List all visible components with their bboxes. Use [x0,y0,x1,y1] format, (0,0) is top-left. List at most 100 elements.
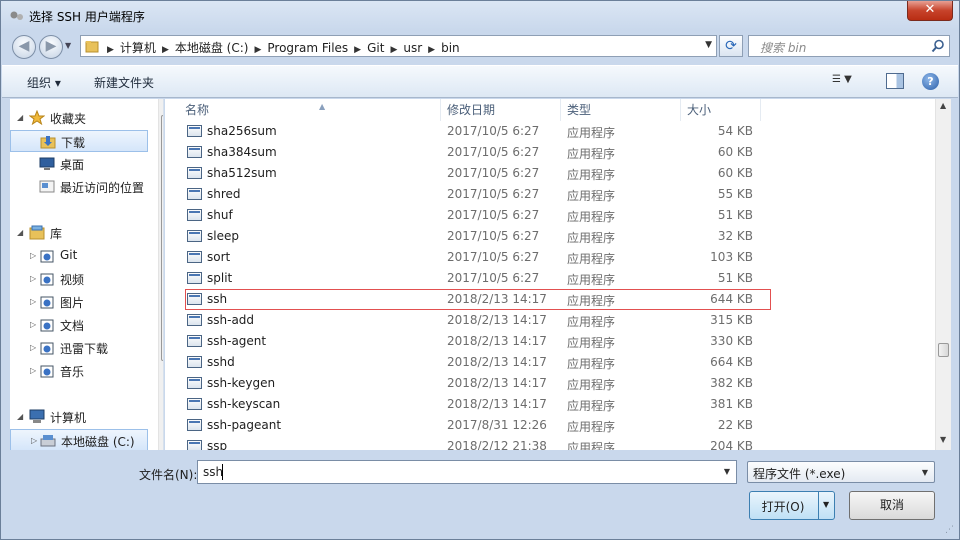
breadcrumb-separator-icon[interactable]: ▶ [388,45,399,55]
expand-icon[interactable]: ▷ [30,297,36,306]
search-input[interactable]: 搜索 bin [760,39,806,56]
nav-scroll-thumb[interactable] [161,115,163,361]
file-size: 54 KB [717,124,753,138]
breadcrumb-item[interactable]: 计算机 [116,39,160,56]
file-row[interactable]: sort 2017/10/5 6:27 应用程序 103 KB [165,247,935,268]
file-row[interactable]: ssh-keygen 2018/2/13 14:17 应用程序 382 KB [165,373,935,394]
nav-scrollbar[interactable]: ▲ ▼ [158,99,164,450]
file-row[interactable]: ssh-add 2018/2/13 14:17 应用程序 315 KB [165,310,935,331]
application-file-icon [187,335,202,347]
search-box[interactable]: 搜索 bin [748,35,950,57]
nav-item-git[interactable]: ▷ Git [10,245,148,267]
nav-item-local-disk[interactable]: ▷ 本地磁盘 (C:) [10,429,148,450]
expand-icon[interactable]: ▷ [30,366,36,375]
close-button[interactable]: ✕ [907,1,953,21]
file-row[interactable]: ssp 2018/2/12 21:38 应用程序 204 KB [165,436,935,450]
preview-pane-icon[interactable] [886,73,904,89]
window-title: 选择 SSH 用户端程序 [29,10,145,24]
breadcrumb-item[interactable]: bin [437,41,464,55]
address-dropdown-icon[interactable]: ▼ [705,40,712,50]
column-header-type[interactable]: 类型 [561,99,681,121]
help-icon[interactable]: ? [922,73,939,90]
file-row[interactable]: ssh 2018/2/13 14:17 应用程序 644 KB [185,289,771,310]
collapse-icon[interactable]: ◢ [17,113,23,122]
open-button[interactable]: 打开(O) ▼ [749,491,835,520]
scroll-down-icon[interactable]: ▼ [940,435,946,444]
file-row[interactable]: ssh-keyscan 2018/2/13 14:17 应用程序 381 KB [165,394,935,415]
file-type: 应用程序 [567,294,616,308]
refresh-button[interactable]: ⟳ [719,35,743,57]
open-options-dropdown-icon[interactable]: ▼ [823,500,829,509]
filename-dropdown-icon[interactable]: ▼ [724,467,730,476]
nav-item-xunlei-downloads[interactable]: ▷ 迅雷下载 [10,337,148,359]
file-size: 103 KB [710,250,753,264]
nav-item-downloads[interactable]: 下载 [10,130,148,152]
breadcrumb-separator-icon[interactable]: ▶ [105,45,116,55]
nav-item-music[interactable]: ▷ 音乐 [10,360,148,382]
breadcrumb-item[interactable]: Git [363,41,388,55]
file-row[interactable]: sha512sum 2017/10/5 6:27 应用程序 60 KB [165,163,935,184]
search-icon[interactable] [931,39,945,53]
forward-button[interactable]: ▶ [39,35,63,59]
file-date: 2018/2/13 14:17 [447,355,547,369]
nav-item-documents[interactable]: ▷ 文档 [10,314,148,336]
breadcrumb-separator-icon[interactable]: ▶ [352,45,363,55]
file-date: 2017/10/5 6:27 [447,229,540,243]
breadcrumb-item[interactable]: usr [399,41,426,55]
collapse-icon[interactable]: ◢ [17,412,23,421]
breadcrumb-separator-icon[interactable]: ▶ [426,45,437,55]
expand-icon[interactable]: ▷ [30,251,36,260]
new-folder-button[interactable]: 新建文件夹 [94,74,154,91]
back-button[interactable]: ◀ [12,35,36,59]
filename-field[interactable]: ssh ▼ [197,460,737,484]
command-bar: 组织 ▾ 新建文件夹 ☰ ▼ ? [2,65,958,98]
scroll-down-icon[interactable]: ▼ [163,435,164,444]
file-row[interactable]: shred 2017/10/5 6:27 应用程序 55 KB [165,184,935,205]
nav-item-recent[interactable]: 最近访问的位置 [10,176,148,198]
nav-computer[interactable]: ◢ 计算机 [10,406,148,428]
file-row[interactable]: sshd 2018/2/13 14:17 应用程序 664 KB [165,352,935,373]
file-type: 应用程序 [567,357,616,371]
file-size: 315 KB [710,313,753,327]
expand-icon[interactable]: ▷ [30,343,36,352]
expand-icon[interactable]: ▷ [30,274,36,283]
nav-favorites[interactable]: ◢ 收藏夹 [10,107,148,129]
breadcrumb-separator-icon[interactable]: ▶ [252,45,263,55]
column-header-size[interactable]: 大小 [681,99,761,121]
file-row[interactable]: ssh-pageant 2017/8/31 12:26 应用程序 22 KB [165,415,935,436]
resize-grip-icon[interactable]: ⋰ [945,525,954,535]
nav-item-pictures-label: 图片 [60,296,85,310]
address-bar[interactable]: ▶ 计算机 ▶ 本地磁盘 (C:) ▶ Program Files ▶ Git ▶ usr ▶ bin… [80,35,717,57]
file-row[interactable]: split 2017/10/5 6:27 应用程序 51 KB [165,268,935,289]
scroll-up-icon[interactable]: ▲ [163,101,164,110]
view-list-icon: ☰ [832,74,841,85]
file-list-scrollbar[interactable]: ▲ ▼ [935,99,951,450]
nav-item-desktop[interactable]: 桌面 [10,153,148,175]
organize-button[interactable]: 组织 ▾ [27,74,61,91]
application-file-icon [187,188,202,200]
nav-item-pictures[interactable]: ▷ 图片 [10,291,148,313]
scroll-up-icon[interactable]: ▲ [940,101,946,110]
file-row[interactable]: shuf 2017/10/5 6:27 应用程序 51 KB [165,205,935,226]
file-name: ssh-pageant [207,418,282,432]
collapse-icon[interactable]: ◢ [17,228,23,237]
cancel-button[interactable]: 取消 [849,491,935,520]
expand-icon[interactable]: ▷ [30,320,36,329]
change-view-button[interactable]: ☰ ▼ [832,74,866,90]
breadcrumb-item[interactable]: Program Files [263,41,352,55]
nav-libraries[interactable]: ◢ 库 [10,222,148,244]
file-type-select[interactable]: 程序文件 (*.exe) ▼ [747,461,935,483]
column-header-name[interactable]: 名称 ▲ [179,99,441,121]
file-type-dropdown-icon[interactable]: ▼ [922,468,928,477]
nav-item-videos[interactable]: ▷ 视频 [10,268,148,290]
column-header-date[interactable]: 修改日期 [441,99,561,121]
breadcrumb-separator-icon[interactable]: ▶ [160,45,171,55]
expand-icon[interactable]: ▷ [31,436,37,445]
recent-pages-dropdown-icon[interactable]: ▼ [65,41,71,50]
file-row[interactable]: sha384sum 2017/10/5 6:27 应用程序 60 KB [165,142,935,163]
file-row[interactable]: ssh-agent 2018/2/13 14:17 应用程序 330 KB [165,331,935,352]
file-row[interactable]: sleep 2017/10/5 6:27 应用程序 32 KB [165,226,935,247]
breadcrumb-item[interactable]: 本地磁盘 (C:) [171,39,253,56]
file-row[interactable]: sha256sum 2017/10/5 6:27 应用程序 54 KB [165,121,935,142]
file-list-scroll-thumb[interactable] [938,343,949,357]
